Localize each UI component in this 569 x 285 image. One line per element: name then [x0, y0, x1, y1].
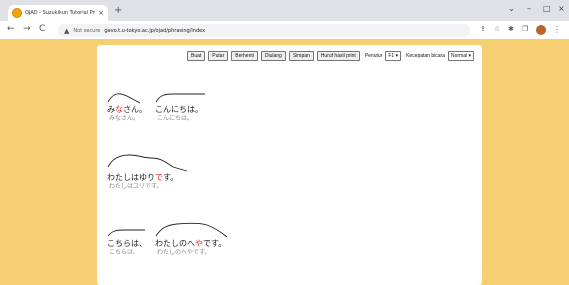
phrase-text: みなさん。 — [107, 105, 147, 114]
address-bar-row: ← → C ▲ Not secure gavo.t.u-tokyo.ac.jp/… — [0, 21, 569, 40]
maximize-icon[interactable]: □ — [543, 5, 551, 13]
warning-icon: ▲ — [64, 26, 70, 35]
forward-icon[interactable]: → — [23, 25, 31, 34]
stop-button[interactable]: Berhenti — [231, 51, 258, 61]
url-field[interactable]: ▲ Not secure gavo.t.u-tokyo.ac.jp/ojad/p… — [58, 24, 470, 37]
profile-avatar[interactable] — [536, 25, 546, 35]
speed-label: Kecepatan bicara — [406, 53, 445, 59]
phrase-5: わたしのへやです。 わたしのへやです。 — [155, 239, 226, 257]
phrase-1: みなさん。 みなさん。 — [107, 105, 147, 123]
accent-mora: や — [195, 239, 203, 248]
phrase-reading: わたしはユリです。 — [109, 183, 163, 190]
tab-close-icon[interactable]: × — [98, 9, 104, 17]
browser-tab-bar: OJAD - Suzukikun Tutorial Pro × + ⌄ – □ … — [0, 0, 569, 21]
voice-label: Penutur — [364, 53, 383, 59]
save-button[interactable]: Simpan — [288, 51, 314, 61]
accent-mora: で — [155, 173, 163, 182]
content-panel: Buat Putar Berhenti Diulang Simpan Huruf… — [97, 45, 482, 285]
phrase-text: わたしはゆりです。 — [107, 173, 179, 182]
minimize-icon[interactable]: – — [527, 5, 531, 13]
close-window-icon[interactable]: × — [558, 5, 565, 13]
phrase-reading: わたしのへやです。 — [157, 249, 211, 256]
tab-list-icon[interactable]: ⌄ — [508, 5, 515, 13]
pitch-curve-5 — [155, 222, 228, 238]
pitch-curve-4 — [107, 229, 145, 237]
menu-kebab-icon[interactable]: ⋮ — [553, 25, 561, 34]
extensions-icon[interactable]: ✱ — [508, 26, 514, 33]
browser-tab[interactable]: OJAD - Suzukikun Tutorial Pro × — [8, 5, 108, 21]
reload-icon[interactable]: C — [39, 25, 45, 34]
playback-toolbar: Buat Putar Berhenti Diulang Simpan Huruf… — [187, 51, 474, 61]
side-panel-icon[interactable]: ❐ — [522, 26, 528, 33]
print-font-button[interactable]: Huruf hasil print — [316, 51, 360, 61]
phrase-text: こんにちは。 — [155, 105, 203, 114]
repeat-button[interactable]: Diulang — [260, 51, 286, 61]
not-secure-label: Not secure — [73, 27, 101, 34]
pitch-curve-3 — [107, 154, 188, 172]
phrase-reading: みなさん。 — [109, 115, 140, 122]
new-tab-button[interactable]: + — [114, 6, 122, 16]
share-icon[interactable]: ⇪ — [480, 26, 486, 33]
pitch-curve-2 — [155, 93, 205, 103]
url-text: gavo.t.u-tokyo.ac.jp/ojad/phrasing/index — [104, 27, 206, 34]
back-icon[interactable]: ← — [7, 25, 15, 34]
phrase-3: わたしはゆりです。 わたしはユリです。 — [107, 173, 178, 191]
phrase-4: こちらは、 こちらは、 — [107, 239, 147, 257]
tab-title: OJAD - Suzukikun Tutorial Pro — [25, 10, 96, 16]
phrase-reading: こちらは、 — [109, 249, 140, 256]
phrase-2: こんにちは。 こんにちは。 — [155, 105, 203, 123]
phrase-text: こちらは、 — [107, 239, 147, 248]
phrase-text: わたしのへやです。 — [155, 239, 227, 248]
voice-select[interactable]: F1 ▾ — [385, 51, 402, 61]
ojad-favicon-icon — [12, 8, 22, 18]
accent-mora: な — [115, 105, 123, 114]
play-button[interactable]: Putar — [208, 51, 229, 61]
create-button[interactable]: Buat — [187, 51, 206, 61]
pitch-curve-1 — [107, 93, 141, 104]
phrase-reading: こんにちは。 — [157, 115, 194, 122]
speed-select[interactable]: Normal ▾ — [447, 51, 474, 61]
bookmark-star-icon[interactable]: ☆ — [494, 26, 500, 33]
